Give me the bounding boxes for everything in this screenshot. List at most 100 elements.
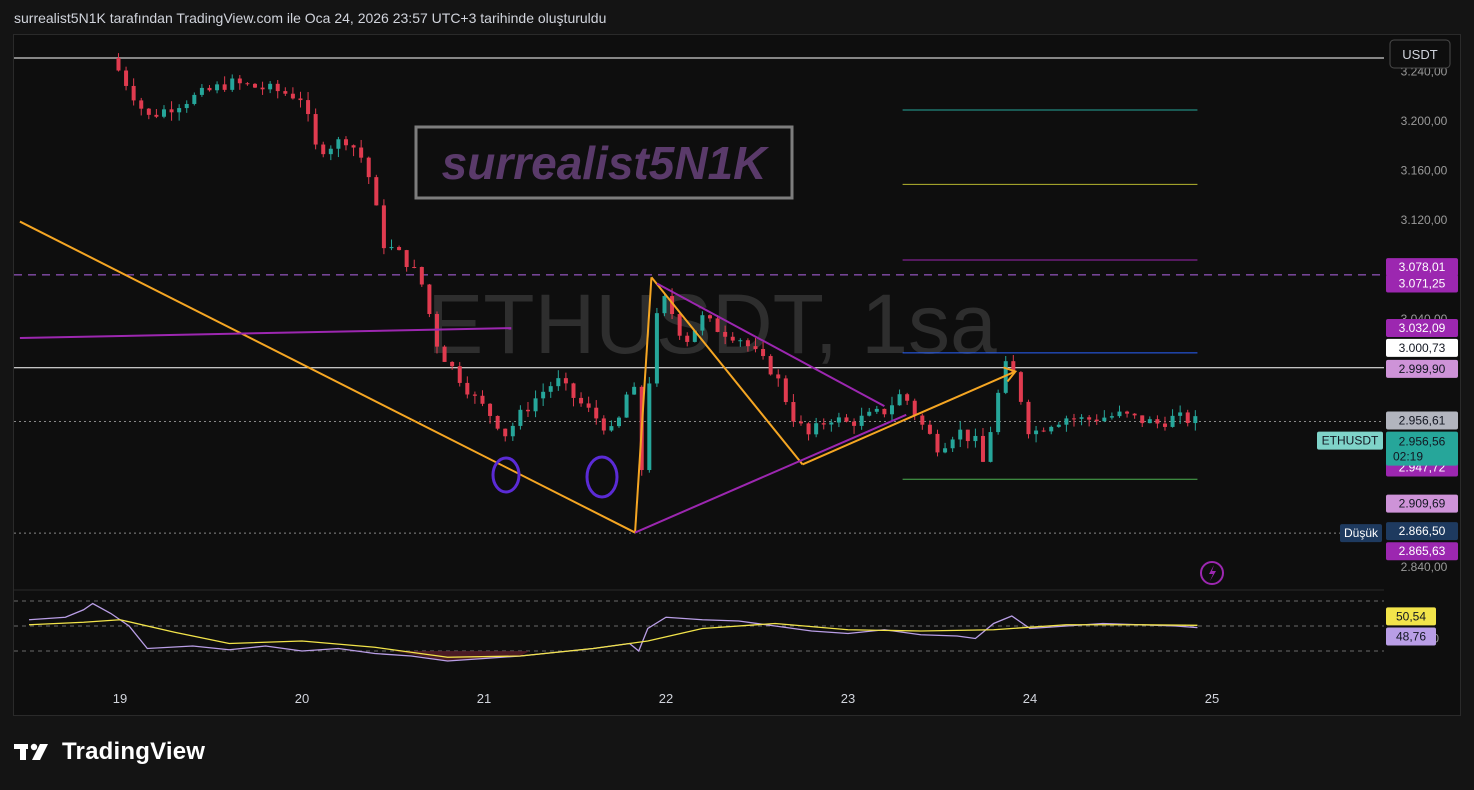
candle	[139, 97, 144, 116]
candle-body	[624, 394, 629, 418]
price-chart[interactable]: ETHUSDT, 1sa surrealist5N1K 19 20 21 22 23 24…	[14, 35, 1460, 715]
price-label-8: 2.909,69	[1386, 494, 1458, 513]
candle-body	[480, 395, 485, 404]
candle	[389, 239, 394, 251]
candle	[594, 400, 599, 425]
candle	[336, 136, 341, 158]
candle-body	[730, 336, 735, 341]
candle-body	[594, 407, 599, 419]
candle-body	[510, 425, 515, 437]
candle	[404, 249, 409, 272]
last-price-value: 2.956,56	[1399, 435, 1446, 449]
candle-body	[677, 314, 682, 336]
price-label-9-text: 2.866,50	[1399, 524, 1446, 538]
price-label-0: 3.078,01	[1386, 258, 1458, 277]
candle	[882, 408, 887, 418]
purple-trendline-1	[634, 413, 907, 534]
candle-body	[761, 349, 766, 357]
candle-body	[844, 417, 849, 422]
candle-body	[131, 85, 136, 101]
candle-body	[601, 418, 606, 431]
candle	[533, 390, 538, 418]
rsi-value-label: 48,76	[1386, 627, 1436, 646]
candle	[1162, 416, 1167, 431]
price-label-3-text: 3.000,73	[1399, 341, 1446, 355]
candle	[321, 141, 326, 158]
candle-body	[632, 386, 637, 395]
candle-body	[920, 415, 925, 425]
candle	[1049, 425, 1054, 435]
candle-body	[1087, 417, 1092, 420]
candle	[412, 259, 417, 269]
candle	[1170, 409, 1175, 428]
candle-body	[328, 148, 333, 155]
candle	[359, 139, 364, 163]
candle-body	[836, 417, 841, 423]
brand-name: TradingView	[62, 738, 206, 765]
candle	[632, 382, 637, 395]
candle	[480, 390, 485, 407]
candle-body	[215, 84, 220, 91]
candle-body	[116, 58, 121, 71]
candle-body	[753, 346, 758, 350]
candle-body	[252, 83, 257, 88]
candle	[313, 108, 318, 150]
x-tick-label: 25	[1205, 691, 1219, 706]
candle	[510, 422, 515, 441]
countdown-text: 02:19	[1393, 450, 1423, 464]
y-tick-label: 2.840,00	[1401, 560, 1448, 574]
candle	[518, 405, 523, 430]
candle-body	[821, 423, 826, 425]
candle	[897, 389, 902, 406]
candle-body	[776, 374, 781, 379]
candle	[472, 391, 477, 404]
candle-body	[745, 340, 750, 347]
candle-body	[1155, 419, 1160, 424]
circle-annotation-2	[585, 455, 619, 499]
candle	[131, 78, 136, 106]
candle	[199, 84, 204, 97]
candle-body	[1109, 416, 1114, 418]
candle-body	[1170, 415, 1175, 427]
candle	[116, 53, 121, 72]
candle	[662, 294, 667, 317]
candle-body	[359, 147, 364, 158]
candle	[268, 81, 273, 94]
candle-body	[177, 108, 182, 113]
price-label-1-text: 3.071,25	[1399, 276, 1446, 290]
candle-body	[457, 366, 462, 383]
candle	[814, 417, 819, 438]
candle	[541, 383, 546, 407]
candle	[935, 429, 940, 457]
candle	[442, 345, 447, 362]
last-price-label: 2.956,5602:19 ETHUSDT	[1317, 431, 1458, 466]
candle	[1155, 415, 1160, 429]
candle-body	[814, 423, 819, 435]
candle	[579, 392, 584, 407]
x-tick-label: 24	[1023, 691, 1037, 706]
candle-body	[161, 109, 166, 117]
candle	[230, 74, 235, 92]
price-label-9: 2.866,50	[1386, 522, 1458, 541]
chart-panel[interactable]: ETHUSDT, 1sa surrealist5N1K 19 20 21 22 23 24…	[13, 34, 1461, 716]
candle-body	[1018, 372, 1023, 402]
candle-body	[579, 397, 584, 404]
candle-body	[571, 383, 576, 398]
candle-body	[495, 415, 500, 429]
candle-body	[685, 335, 690, 342]
tradingview-logo[interactable]: TradingView	[14, 738, 205, 766]
candle	[996, 389, 1001, 435]
x-tick-label: 22	[659, 691, 673, 706]
candle	[1140, 415, 1145, 428]
candle-body	[927, 424, 932, 434]
candle	[874, 405, 879, 414]
candle	[146, 108, 151, 120]
candle	[1102, 410, 1107, 423]
candle-body	[654, 313, 659, 384]
candle	[525, 402, 530, 418]
candle	[154, 109, 159, 119]
candle	[973, 428, 978, 448]
candle	[495, 415, 500, 431]
candle-body	[874, 408, 879, 412]
candle	[1132, 413, 1137, 419]
